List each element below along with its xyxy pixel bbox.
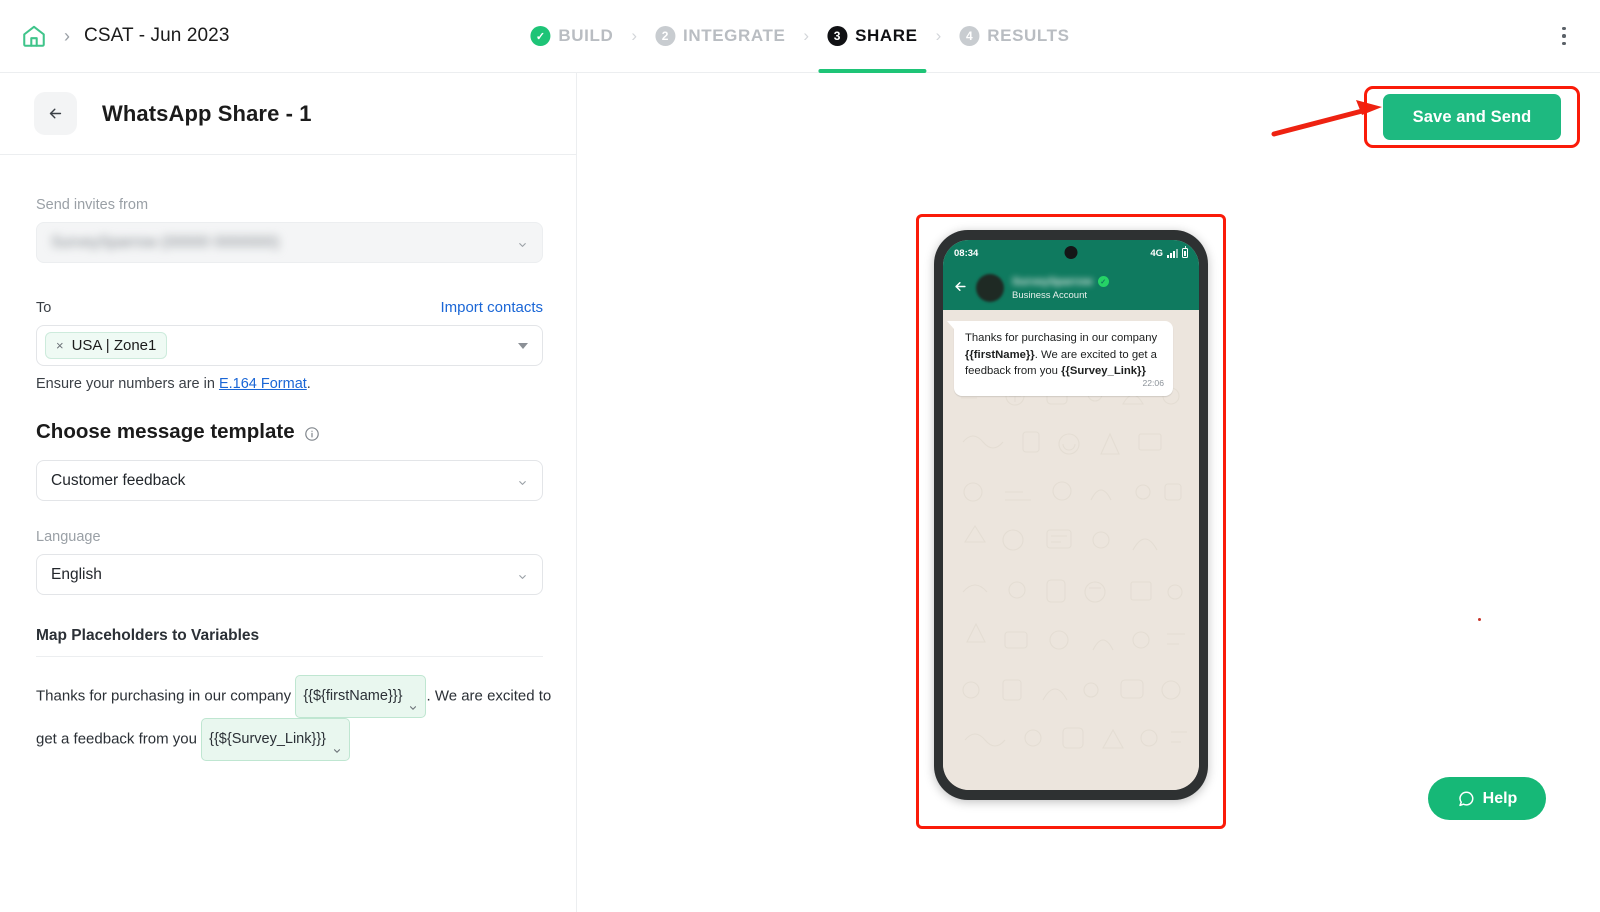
import-contacts-link[interactable]: Import contacts: [440, 299, 543, 316]
share-config-panel: WhatsApp Share - 1 Send invites from Sur…: [0, 73, 577, 912]
phone-status-bar: 08:34 4G: [943, 240, 1199, 266]
page-title: WhatsApp Share - 1: [102, 100, 312, 126]
panel-body: Send invites from SurveySparrow (00000 0…: [0, 155, 576, 761]
e164-hint-suffix: .: [306, 376, 311, 392]
signal-bars-icon: [1167, 248, 1178, 258]
variable-chip-survey-link-label: {{${Survey_Link}}}: [209, 731, 327, 747]
step-results-label: RESULTS: [987, 26, 1070, 45]
chat-message-bubble: Thanks for purchasing in our company {{f…: [947, 321, 1173, 396]
message-template-select[interactable]: Customer feedback: [36, 460, 543, 501]
send-invites-from-select[interactable]: SurveySparrow (00000 0000000): [36, 222, 543, 263]
step-navigation: ✓ BUILD › 2 INTEGRATE › 3 SHARE › 4 RESU…: [528, 0, 1071, 73]
message-timestamp: 22:06: [1142, 378, 1164, 388]
recipient-chip-label: USA | Zone1: [71, 337, 157, 354]
help-button-label: Help: [1482, 789, 1518, 807]
step-integrate[interactable]: 2 INTEGRATE: [653, 0, 787, 73]
contact-subtitle: Business Account: [1012, 289, 1087, 301]
phone-mockup: 08:34 4G SurveySparrow ✓ Business Accoun…: [934, 230, 1208, 800]
variable-chip-firstname-label: {{${firstName}}}: [303, 688, 403, 704]
step-results[interactable]: 4 RESULTS: [957, 0, 1071, 73]
language-value: English: [51, 565, 102, 583]
language-label: Language: [36, 529, 101, 545]
e164-hint: Ensure your numbers are in E.164 Format.: [36, 376, 540, 392]
chevron-down-icon: [408, 692, 418, 710]
help-button[interactable]: Help: [1428, 777, 1546, 820]
message-variable-firstname: {{firstName}}: [965, 348, 1035, 361]
caret-down-icon[interactable]: [518, 342, 528, 349]
whatsapp-chat-body: Thanks for purchasing in our company {{f…: [943, 310, 1199, 790]
arrow-left-icon[interactable]: [953, 279, 968, 298]
info-icon[interactable]: [304, 424, 320, 441]
step-integrate-badge: 2: [655, 26, 676, 46]
battery-icon: [1182, 246, 1188, 258]
status-time: 08:34: [954, 247, 979, 259]
verified-badge-icon: ✓: [1097, 276, 1109, 287]
chevron-down-icon: [517, 237, 528, 248]
step-separator-3: ›: [935, 26, 942, 45]
contact-avatar: [976, 274, 1004, 302]
survey-title: CSAT - Jun 2023: [84, 25, 230, 46]
language-select[interactable]: English: [36, 554, 543, 595]
to-row: To Import contacts: [36, 299, 543, 316]
chat-bubble-icon: [1457, 790, 1475, 808]
variable-chip-survey-link[interactable]: {{${Survey_Link}}}: [201, 718, 351, 761]
step-share[interactable]: 3 SHARE: [818, 0, 927, 73]
choose-message-template-title: Choose message template: [36, 420, 540, 444]
map-placeholders-text: Thanks for purchasing in our company {{$…: [36, 675, 556, 761]
step-results-badge: 4: [959, 26, 980, 46]
phone-screen: 08:34 4G SurveySparrow ✓ Business Accoun…: [943, 240, 1199, 790]
send-invites-from-label: Send invites from: [36, 197, 149, 213]
network-label: 4G: [1150, 247, 1163, 259]
step-separator-1: ›: [631, 26, 638, 45]
e164-hint-prefix: Ensure your numbers are in: [36, 376, 219, 392]
kebab-menu-icon[interactable]: [1550, 21, 1578, 51]
front-camera-punch-hole: [1064, 246, 1078, 259]
panel-header: WhatsApp Share - 1: [0, 73, 576, 155]
step-share-label: SHARE: [855, 26, 918, 45]
save-and-send-button[interactable]: Save and Send: [1383, 94, 1561, 140]
step-integrate-label: INTEGRATE: [683, 26, 786, 45]
map-placeholders-title: Map Placeholders to Variables: [36, 627, 260, 644]
e164-format-link[interactable]: E.164 Format: [219, 376, 307, 392]
message-template-value: Customer feedback: [51, 471, 186, 489]
step-share-badge: 3: [827, 26, 848, 46]
chevron-down-icon: [517, 569, 528, 580]
recipient-chip[interactable]: × USA | Zone1: [45, 332, 168, 359]
choose-message-template-label: Choose message template: [36, 420, 295, 443]
close-icon[interactable]: ×: [56, 339, 64, 352]
chevron-down-icon: [517, 475, 528, 486]
whatsapp-chat-header: SurveySparrow ✓ Business Account: [943, 266, 1199, 310]
breadcrumb-separator: ›: [64, 25, 70, 46]
step-build[interactable]: ✓ BUILD: [528, 0, 615, 73]
back-button[interactable]: [34, 92, 77, 135]
to-recipients-input[interactable]: × USA | Zone1: [36, 325, 543, 366]
top-bar: › CSAT - Jun 2023 ✓ BUILD › 2 INTEGRATE …: [0, 0, 1600, 73]
step-build-badge: ✓: [530, 26, 551, 46]
step-build-label: BUILD: [558, 26, 614, 45]
message-text-part-1: Thanks for purchasing in our company: [965, 332, 1158, 344]
stray-marker-dot: [1478, 618, 1481, 621]
message-variable-survey-link: {{Survey_Link}}: [1061, 365, 1146, 377]
variable-chip-firstname[interactable]: {{${firstName}}}: [295, 675, 427, 718]
contact-name: SurveySparrow: [1012, 275, 1093, 288]
to-label: To: [36, 300, 52, 316]
active-step-underline: [818, 68, 927, 73]
step-separator-2: ›: [803, 26, 810, 45]
home-icon[interactable]: [18, 20, 50, 52]
send-invites-from-value: SurveySparrow (00000 0000000): [51, 233, 280, 251]
map-text-part-1: Thanks for purchasing in our company: [36, 687, 292, 705]
chevron-down-icon: [332, 735, 342, 753]
